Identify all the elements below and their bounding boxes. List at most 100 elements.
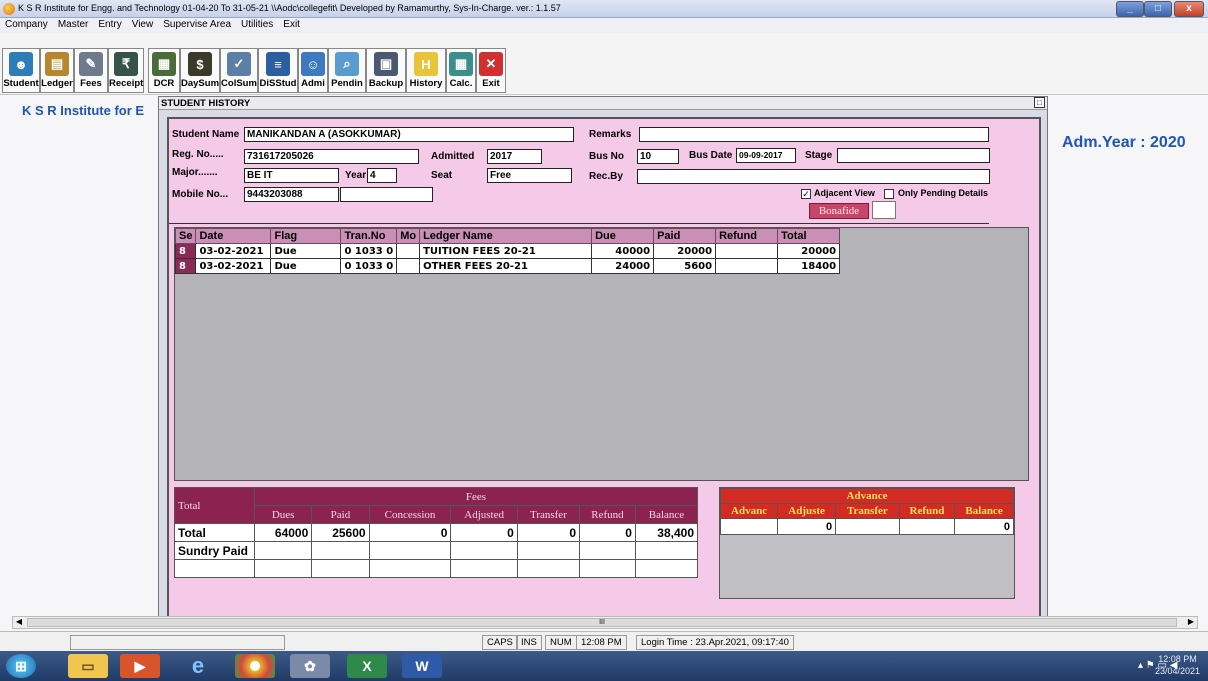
cell-mo <box>396 258 421 274</box>
sundry-adjusted <box>450 541 518 560</box>
close-button[interactable]: x <box>1174 1 1204 17</box>
toolbar-admi-button[interactable]: ☺ Admi <box>298 48 328 93</box>
taskbar-time: 12:08 PM <box>1158 654 1197 664</box>
toolbar-ledger-button[interactable]: ▤ Ledger <box>40 48 74 93</box>
maximize-button[interactable]: □ <box>1144 1 1172 17</box>
media-player-icon[interactable]: ▶ <box>120 654 160 678</box>
total-refund: 0 <box>579 523 636 542</box>
print-icon[interactable] <box>872 201 896 219</box>
restore-icon[interactable]: □ <box>1034 97 1045 108</box>
bus-no-field[interactable]: 10 <box>637 149 679 164</box>
history-grid[interactable]: Se Date Flag Tran.No Mo Ledger Name Due … <box>174 227 1029 481</box>
totals-row: Total 64000 25600 0 0 0 0 38,400 <box>174 523 699 542</box>
toolbar-label: Fees <box>80 78 102 89</box>
toolbar-pendin-button[interactable]: ⌕ Pendin <box>328 48 366 93</box>
toolbar-daysum-button[interactable]: $ DaySum <box>180 48 220 93</box>
row-label-total: Total <box>174 523 255 542</box>
cell-flag: Due <box>270 258 342 274</box>
toolbar-colsum-button[interactable]: ✓ ColSum <box>220 48 258 93</box>
chrome-icon[interactable] <box>235 654 275 678</box>
window-titlebar: K S R Institute for Engg. and Technology… <box>0 0 1208 18</box>
col-transfer: Transfer <box>516 505 581 524</box>
col-refund[interactable]: Refund <box>715 228 779 244</box>
toolbar-history-button[interactable]: H History <box>406 48 446 93</box>
excel-icon[interactable]: X <box>347 654 387 678</box>
student-history-window: STUDENT HISTORY □ Student Name MANIKANDA… <box>158 96 1048 626</box>
adjacent-view-checkbox[interactable]: ✓ <box>801 189 811 199</box>
toolbar-calc-button[interactable]: ▦ Calc. <box>446 48 476 93</box>
toolbar-exit-button[interactable]: ✕ Exit <box>476 48 506 93</box>
total-paid: 25600 <box>311 523 370 542</box>
only-pending-checkbox[interactable] <box>884 189 894 199</box>
toolbar-fees-button[interactable]: ✎ Fees <box>74 48 108 93</box>
status-bar: CAPS INS NUM 12:08 PM Login Time : 23.Ap… <box>0 631 1208 651</box>
menu-utilities[interactable]: Utilities <box>236 18 278 30</box>
scroll-left-icon[interactable]: ◀ <box>13 617 25 628</box>
status-ins: INS <box>516 635 542 650</box>
internet-explorer-icon[interactable]: e <box>178 653 218 678</box>
toolbar-student-button[interactable]: ☻ Student <box>2 48 40 93</box>
cell-total: 20000 <box>777 243 841 259</box>
student-name-label: Student Name <box>172 129 240 140</box>
balance-value: 0 <box>954 518 1014 535</box>
horizontal-scrollbar[interactable]: ◀ III ▶ <box>12 616 1198 629</box>
major-field[interactable]: BE IT <box>244 168 339 183</box>
app-taskbar-icon[interactable]: ✿ <box>290 654 330 678</box>
col-date[interactable]: Date <box>195 228 272 244</box>
stage-field[interactable] <box>837 148 990 163</box>
col-paid[interactable]: Paid <box>653 228 717 244</box>
scroll-thumb[interactable]: III <box>27 618 1177 627</box>
mobile-field[interactable]: 9443203088 <box>244 187 339 202</box>
toolbar-dcr-button[interactable]: ▦ DCR <box>148 48 180 93</box>
cell-ledger-name: TUITION FEES 20-21 <box>419 243 593 259</box>
word-icon[interactable]: W <box>402 654 442 678</box>
year-label: Year <box>345 170 367 181</box>
year-field[interactable]: 4 <box>367 168 397 183</box>
scroll-right-icon[interactable]: ▶ <box>1185 617 1197 628</box>
start-button-icon[interactable]: ⊞ <box>6 654 36 678</box>
empty-cell <box>311 559 370 578</box>
col-adjusted: Adjuste <box>777 503 837 519</box>
bonafide-button[interactable]: Bonafide <box>809 203 869 219</box>
col-se[interactable]: Se <box>174 228 197 244</box>
col-mo[interactable]: Mo <box>396 228 421 244</box>
broom-icon: ✓ <box>227 52 251 76</box>
toolbar-disstud-button[interactable]: ≡ DiSStud <box>258 48 298 93</box>
table-row[interactable]: 8 03-02-2021 Due 0 1033 0 OTHER FEES 20-… <box>174 258 841 274</box>
reg-no-field[interactable]: 731617205026 <box>244 149 419 164</box>
seat-field[interactable]: Free <box>487 168 572 183</box>
menu-company[interactable]: Company <box>0 18 53 30</box>
status-caps: CAPS <box>482 635 518 650</box>
menu-entry[interactable]: Entry <box>93 18 126 30</box>
admitted-field[interactable]: 2017 <box>487 149 542 164</box>
explorer-icon[interactable]: ▭ <box>68 654 108 678</box>
menu-exit[interactable]: Exit <box>278 18 305 30</box>
student-name-field[interactable]: MANIKANDAN A (ASOKKUMAR) <box>244 127 574 142</box>
bus-date-field[interactable]: 09-09-2017 <box>736 148 796 163</box>
rec-by-field[interactable] <box>637 169 990 184</box>
menu-supervise-area[interactable]: Supervise Area <box>158 18 236 30</box>
institute-title: K S R Institute for E <box>22 103 145 118</box>
reg-no-label: Reg. No..... <box>172 149 224 160</box>
menu-master[interactable]: Master <box>53 18 94 30</box>
col-flag[interactable]: Flag <box>270 228 342 244</box>
taskbar-clock[interactable]: 12:08 PM 23/04/2021 <box>1155 653 1200 677</box>
table-row[interactable]: 8 03-02-2021 Due 0 1033 0 TUITION FEES 2… <box>174 243 841 259</box>
col-ledger-name[interactable]: Ledger Name <box>419 228 593 244</box>
menu-view[interactable]: View <box>127 18 159 30</box>
mobile-extra-field[interactable] <box>340 187 433 202</box>
rec-by-label: Rec.By <box>589 171 623 182</box>
toolbar-label: DiSStud <box>259 78 297 89</box>
col-due[interactable]: Due <box>591 228 655 244</box>
calculator-icon: ▦ <box>449 52 473 76</box>
col-total[interactable]: Total <box>777 228 841 244</box>
mobile-label: Mobile No... <box>172 189 229 200</box>
toolbar-receipt-button[interactable]: ₹ Receipt <box>108 48 144 93</box>
divider <box>169 223 989 224</box>
col-tran-no[interactable]: Tran.No <box>340 228 398 244</box>
student-history-title: STUDENT HISTORY <box>161 98 251 109</box>
minimize-button[interactable]: _ <box>1116 1 1144 17</box>
toolbar-backup-button[interactable]: ▣ Backup <box>366 48 406 93</box>
remarks-field[interactable] <box>639 127 989 142</box>
exit-icon: ✕ <box>479 52 503 76</box>
